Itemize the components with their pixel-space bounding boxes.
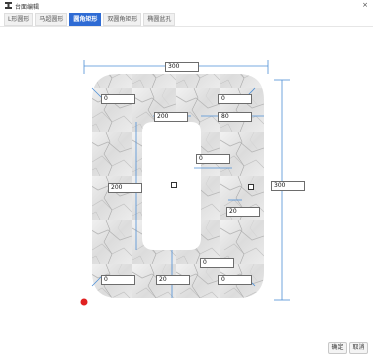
- cutout-height-input[interactable]: 200: [108, 183, 142, 193]
- side-slot-handle[interactable]: [248, 184, 254, 190]
- side-slot-width-input[interactable]: 20: [226, 207, 260, 217]
- corner-bottom-left-input[interactable]: 0: [101, 275, 135, 285]
- cutout-width-input[interactable]: 200: [154, 112, 188, 122]
- corner-bottom-right-input[interactable]: 0: [218, 275, 252, 285]
- cutout-bottom-offset-input[interactable]: 0: [200, 258, 234, 268]
- corner-top-right-input[interactable]: 0: [218, 94, 252, 104]
- cancel-button[interactable]: 取消: [349, 342, 368, 354]
- cutout-corner-radius-input[interactable]: 0: [196, 154, 230, 164]
- cutout-bottom-margin-input[interactable]: 20: [156, 275, 190, 285]
- ok-button[interactable]: 确定: [328, 342, 347, 354]
- corner-top-left-input[interactable]: 0: [101, 94, 135, 104]
- top-width-input[interactable]: 300: [165, 62, 199, 72]
- origin-marker[interactable]: [80, 298, 88, 306]
- cutout-center-handle[interactable]: [171, 182, 177, 188]
- countertop-drawing: [80, 60, 290, 306]
- right-height-input[interactable]: 300: [271, 181, 305, 191]
- cutout-right-margin-input[interactable]: 80: [218, 112, 252, 122]
